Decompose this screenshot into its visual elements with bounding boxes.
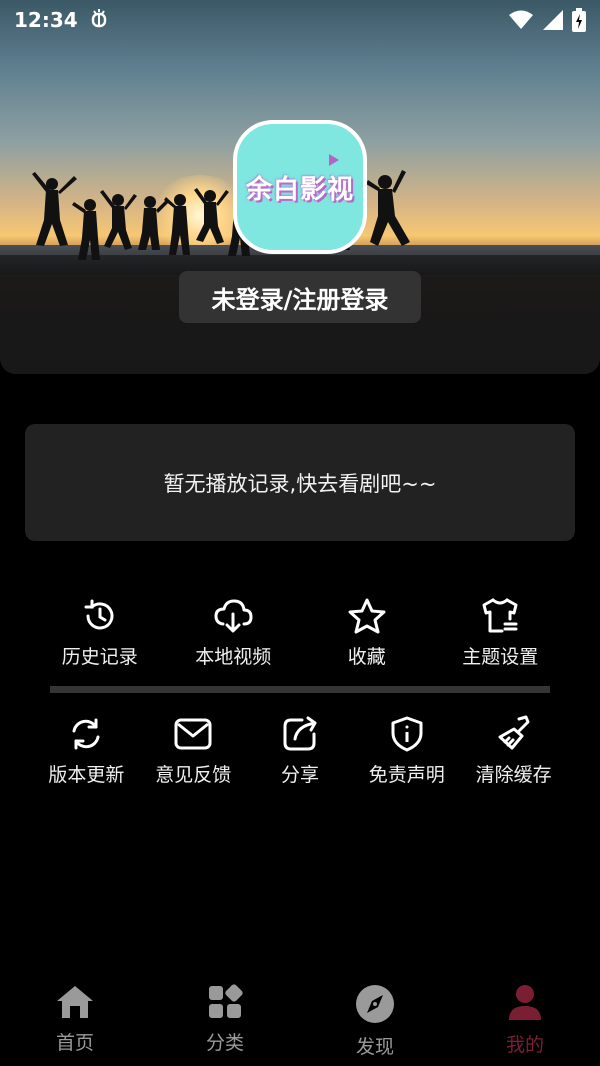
tab-category[interactable]: 分类 bbox=[150, 976, 300, 1066]
history-empty-text: 暂无播放记录,快去看剧吧~~ bbox=[163, 471, 437, 496]
bug-icon bbox=[88, 7, 110, 34]
compass-icon bbox=[355, 984, 395, 1028]
clear-cache-label: 清除缓存 bbox=[475, 764, 552, 786]
refresh-icon bbox=[66, 714, 106, 754]
brush-icon bbox=[494, 714, 534, 754]
history-label: 历史记录 bbox=[61, 646, 138, 668]
settings-actions-row: 版本更新 意见反馈 分享 免责声明 清除缓存 bbox=[33, 714, 567, 794]
tab-category-label: 分类 bbox=[205, 1032, 244, 1054]
status-bar: 12:34 bbox=[0, 0, 600, 40]
theme-settings-button[interactable]: 主题设置 bbox=[434, 596, 568, 676]
tab-discover-label: 发现 bbox=[355, 1036, 394, 1058]
feedback-button[interactable]: 意见反馈 bbox=[140, 714, 247, 794]
home-icon bbox=[55, 984, 95, 1024]
logo-play-icon bbox=[329, 154, 339, 166]
feedback-label: 意见反馈 bbox=[155, 764, 232, 786]
history-icon bbox=[80, 596, 120, 636]
tab-mine-label: 我的 bbox=[505, 1034, 544, 1056]
battery-charging-icon bbox=[572, 8, 586, 36]
local-video-label: 本地视频 bbox=[195, 646, 272, 668]
share-button[interactable]: 分享 bbox=[247, 714, 354, 794]
version-update-label: 版本更新 bbox=[48, 764, 125, 786]
app-logo-avatar[interactable]: 余白影视 bbox=[233, 120, 367, 254]
login-register-button[interactable]: 未登录/注册登录 bbox=[179, 271, 421, 323]
mail-icon bbox=[173, 714, 213, 754]
share-label: 分享 bbox=[280, 764, 319, 786]
history-button[interactable]: 历史记录 bbox=[33, 596, 167, 676]
favorites-button[interactable]: 收藏 bbox=[300, 596, 434, 676]
local-video-button[interactable]: 本地视频 bbox=[167, 596, 301, 676]
section-divider bbox=[50, 686, 550, 693]
theme-settings-label: 主题设置 bbox=[462, 646, 539, 668]
tab-discover[interactable]: 发现 bbox=[300, 976, 450, 1066]
tab-home[interactable]: 首页 bbox=[0, 976, 150, 1066]
quick-actions-row: 历史记录 本地视频 收藏 主题设置 bbox=[33, 596, 567, 676]
clear-cache-button[interactable]: 清除缓存 bbox=[460, 714, 567, 794]
tab-home-label: 首页 bbox=[55, 1032, 94, 1054]
star-icon bbox=[347, 596, 387, 636]
user-icon bbox=[507, 984, 543, 1026]
wifi-icon bbox=[508, 9, 534, 35]
version-update-button[interactable]: 版本更新 bbox=[33, 714, 140, 794]
tab-mine[interactable]: 我的 bbox=[450, 976, 600, 1066]
favorites-label: 收藏 bbox=[347, 646, 386, 668]
disclaimer-button[interactable]: 免责声明 bbox=[353, 714, 460, 794]
cloud-download-icon bbox=[213, 596, 253, 636]
share-icon bbox=[280, 714, 320, 754]
signal-icon bbox=[542, 9, 564, 35]
category-icon bbox=[207, 984, 243, 1024]
app-logo-text: 余白影视 bbox=[245, 174, 354, 205]
shield-info-icon bbox=[387, 714, 427, 754]
play-history-card: 暂无播放记录,快去看剧吧~~ bbox=[25, 424, 575, 541]
shirt-icon bbox=[480, 596, 520, 636]
disclaimer-label: 免责声明 bbox=[368, 764, 445, 786]
status-time: 12:34 bbox=[14, 8, 78, 32]
bottom-navigation: 首页 分类 发现 我的 bbox=[0, 976, 600, 1066]
